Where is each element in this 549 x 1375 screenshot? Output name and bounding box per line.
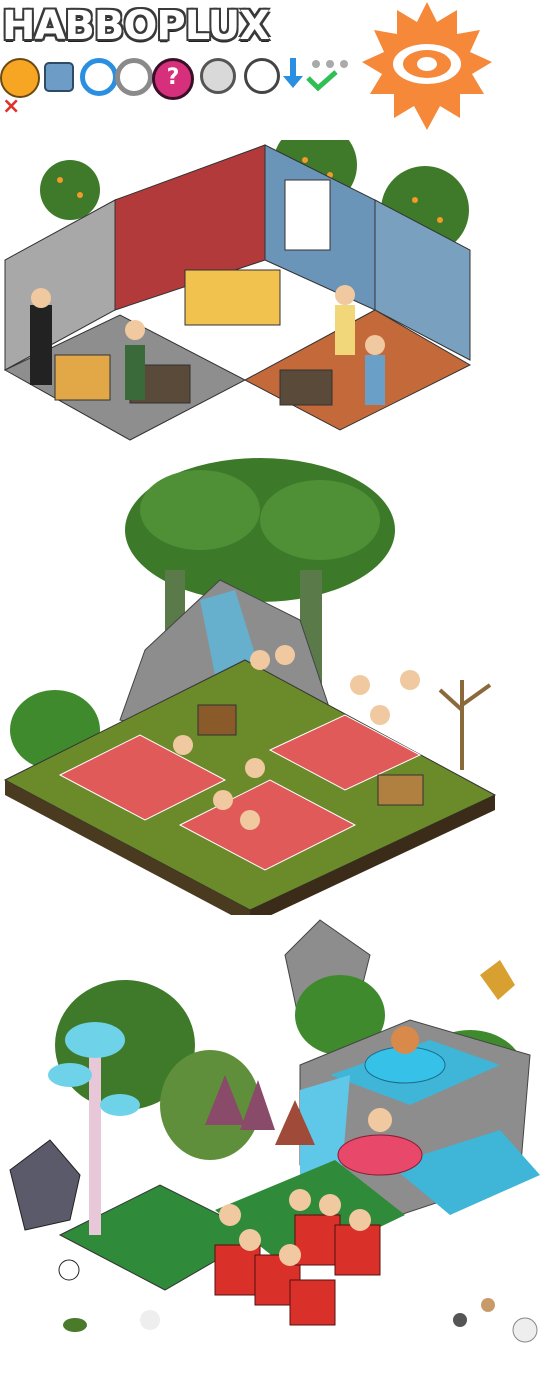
lock-icon[interactable] [44,62,74,92]
blue-ring-icon[interactable] [80,58,118,96]
picnic-scene [3,458,497,915]
checkmark-icon[interactable] [306,58,356,94]
key-icon[interactable] [0,58,40,98]
grey-ring-icon[interactable] [115,58,153,96]
help-icon[interactable]: ? [152,58,194,100]
white-circle-icon[interactable] [244,58,280,94]
toolbar: ? [0,58,360,100]
download-arrow-icon[interactable] [282,58,304,88]
compass-icon[interactable] [200,58,236,94]
river-scene [9,919,540,1343]
close-icon[interactable]: × [2,96,20,118]
orange-eye-sun-icon[interactable] [362,2,492,132]
logo-text: HABBOPLUX [2,3,270,49]
room-scene-1 [3,140,472,441]
